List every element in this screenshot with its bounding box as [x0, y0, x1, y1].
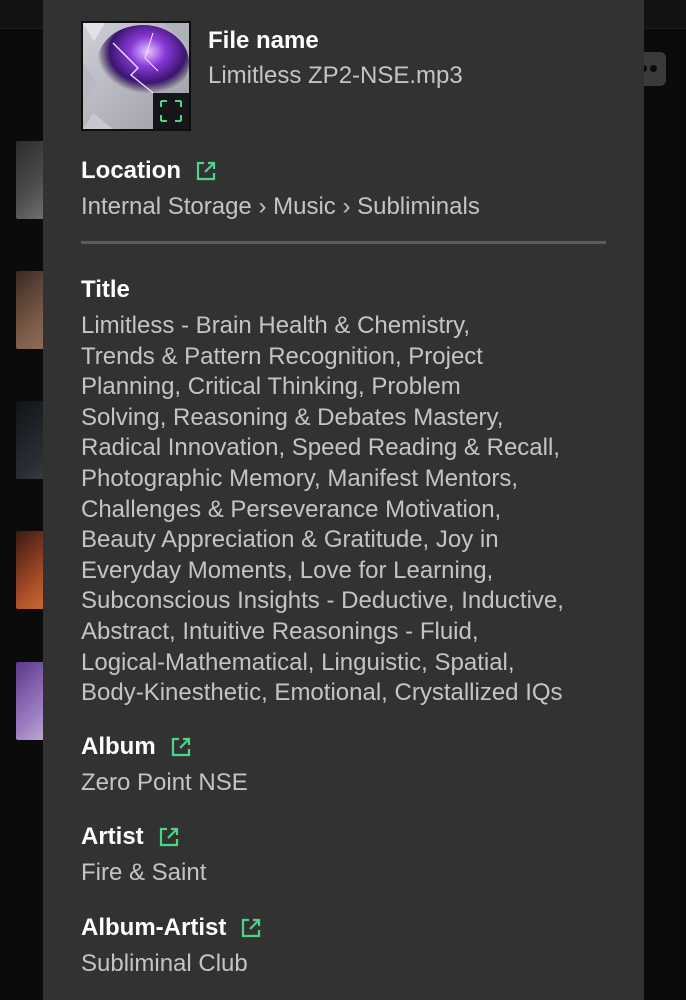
title-value: Limitless - Brain Health & Chemistry, Tr… [81, 311, 621, 709]
title-line: Body-Kinesthetic, Emotional, Crystallize… [81, 679, 563, 707]
title-line: Beauty Appreciation & Gratitude, Joy in [81, 526, 499, 554]
location-label: Location [81, 157, 181, 184]
album-row: Album [81, 733, 192, 761]
title-line: Subconscious Insights - Deductive, Induc… [81, 587, 564, 615]
artist-row: Artist [81, 823, 180, 851]
title-line: Abstract, Intuitive Reasonings - Fluid, [81, 617, 479, 645]
location-value: Internal Storage › Music › Subliminals [81, 193, 480, 220]
location-row: Location [81, 157, 217, 185]
artist-label: Artist [81, 823, 144, 850]
album-label: Album [81, 733, 156, 760]
title-line: Everyday Moments, Love for Learning, [81, 556, 494, 584]
title-line: Challenges & Perseverance Motivation, [81, 495, 502, 523]
title-line: Planning, Critical Thinking, Problem [81, 373, 461, 401]
album-artist-value: Subliminal Club [81, 950, 248, 977]
file-name-value: Limitless ZP2-NSE.mp3 [208, 62, 463, 89]
open-in-new-icon[interactable] [170, 736, 192, 758]
divider [81, 241, 606, 244]
title-line: Logical-Mathematical, Linguistic, Spatia… [81, 648, 515, 676]
title-row: Title [81, 276, 130, 304]
file-details-sheet: File name Limitless ZP2-NSE.mp3 Location… [43, 0, 644, 1000]
album-value: Zero Point NSE [81, 769, 248, 796]
title-label: Title [81, 276, 130, 303]
screen: File name Limitless ZP2-NSE.mp3 Location… [0, 0, 686, 1000]
title-line: Solving, Reasoning & Debates Mastery, [81, 403, 504, 431]
album-artist-label: Album-Artist [81, 914, 227, 941]
title-line: Radical Innovation, Speed Reading & Reca… [81, 434, 560, 462]
open-in-new-icon[interactable] [195, 160, 217, 182]
title-line: Trends & Pattern Recognition, Project [81, 342, 483, 370]
open-in-new-icon[interactable] [158, 826, 180, 848]
file-name-label: File name [208, 27, 319, 54]
album-artist-row: Album-Artist [81, 914, 262, 942]
artist-value: Fire & Saint [81, 859, 207, 886]
title-line: Limitless - Brain Health & Chemistry, [81, 312, 470, 339]
album-art-image [83, 23, 189, 129]
title-line: Photographic Memory, Manifest Mentors, [81, 464, 519, 492]
album-art-thumbnail [81, 21, 191, 131]
open-in-new-icon[interactable] [240, 917, 262, 939]
